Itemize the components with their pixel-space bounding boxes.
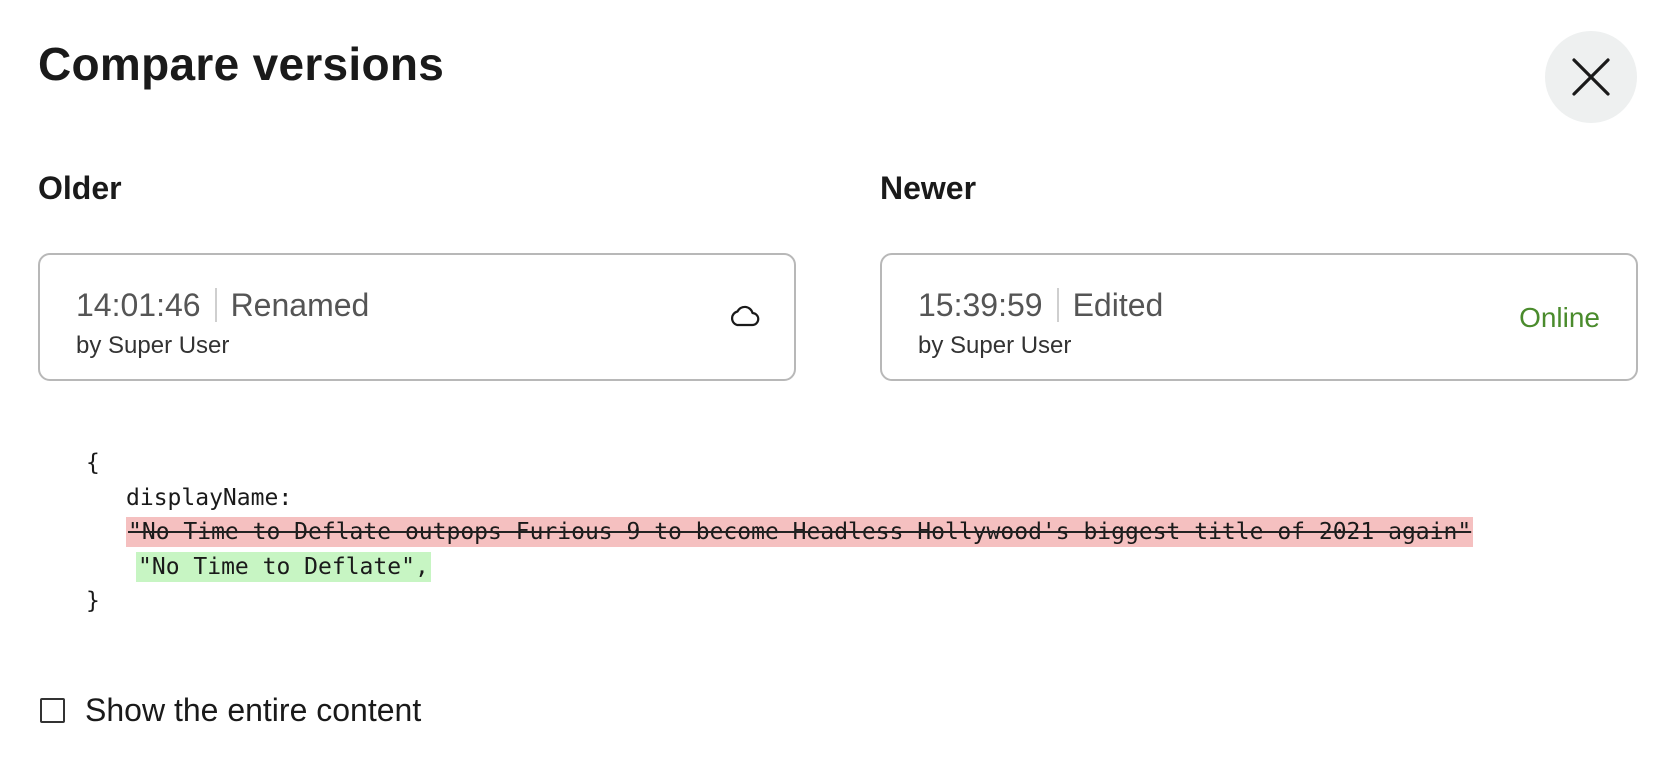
newer-version-time: 15:39:59 bbox=[918, 287, 1043, 323]
older-version-time: 14:01:46 bbox=[76, 287, 201, 323]
older-label: Older bbox=[38, 170, 122, 206]
status-badge: Online bbox=[1519, 302, 1600, 333]
separator bbox=[1056, 288, 1059, 322]
show-entire-content-checkbox[interactable] bbox=[40, 697, 65, 723]
cloud-icon bbox=[731, 305, 760, 327]
compare-versions-dialog: Compare versions Older Newer 14:01:46 Ren… bbox=[0, 0, 1676, 758]
show-entire-content-toggle[interactable]: Show the entire content bbox=[40, 690, 421, 730]
newer-label: Newer bbox=[880, 170, 977, 206]
diff-added-value: "No Time to Deflate", bbox=[136, 551, 431, 582]
close-button[interactable] bbox=[1545, 31, 1637, 123]
older-version-selector[interactable]: 14:01:46 Renamed by Super User bbox=[38, 253, 796, 381]
newer-version-action: Edited bbox=[1072, 287, 1164, 323]
newer-version-author: by Super User bbox=[918, 332, 1072, 359]
diff-key: displayName: bbox=[126, 484, 293, 511]
older-version-action: Renamed bbox=[230, 287, 370, 323]
diff-close-brace: } bbox=[86, 588, 100, 614]
newer-version-selector[interactable]: 15:39:59 Edited by Super User Online bbox=[880, 253, 1638, 381]
older-version-summary: 14:01:46 Renamed bbox=[76, 285, 369, 325]
diff-open-brace: { bbox=[86, 450, 100, 476]
show-entire-content-label: Show the entire content bbox=[85, 692, 422, 728]
close-icon bbox=[1572, 58, 1610, 96]
older-version-author: by Super User bbox=[76, 332, 230, 359]
separator bbox=[214, 288, 217, 322]
diff-removed-value: "No Time to Deflate outpops Furious 9 to… bbox=[126, 517, 1474, 547]
newer-version-summary: 15:39:59 Edited bbox=[918, 285, 1163, 325]
dialog-title: Compare versions bbox=[38, 38, 445, 90]
diff-view: { displayName: "No Time to Deflate outpo… bbox=[86, 446, 1474, 619]
